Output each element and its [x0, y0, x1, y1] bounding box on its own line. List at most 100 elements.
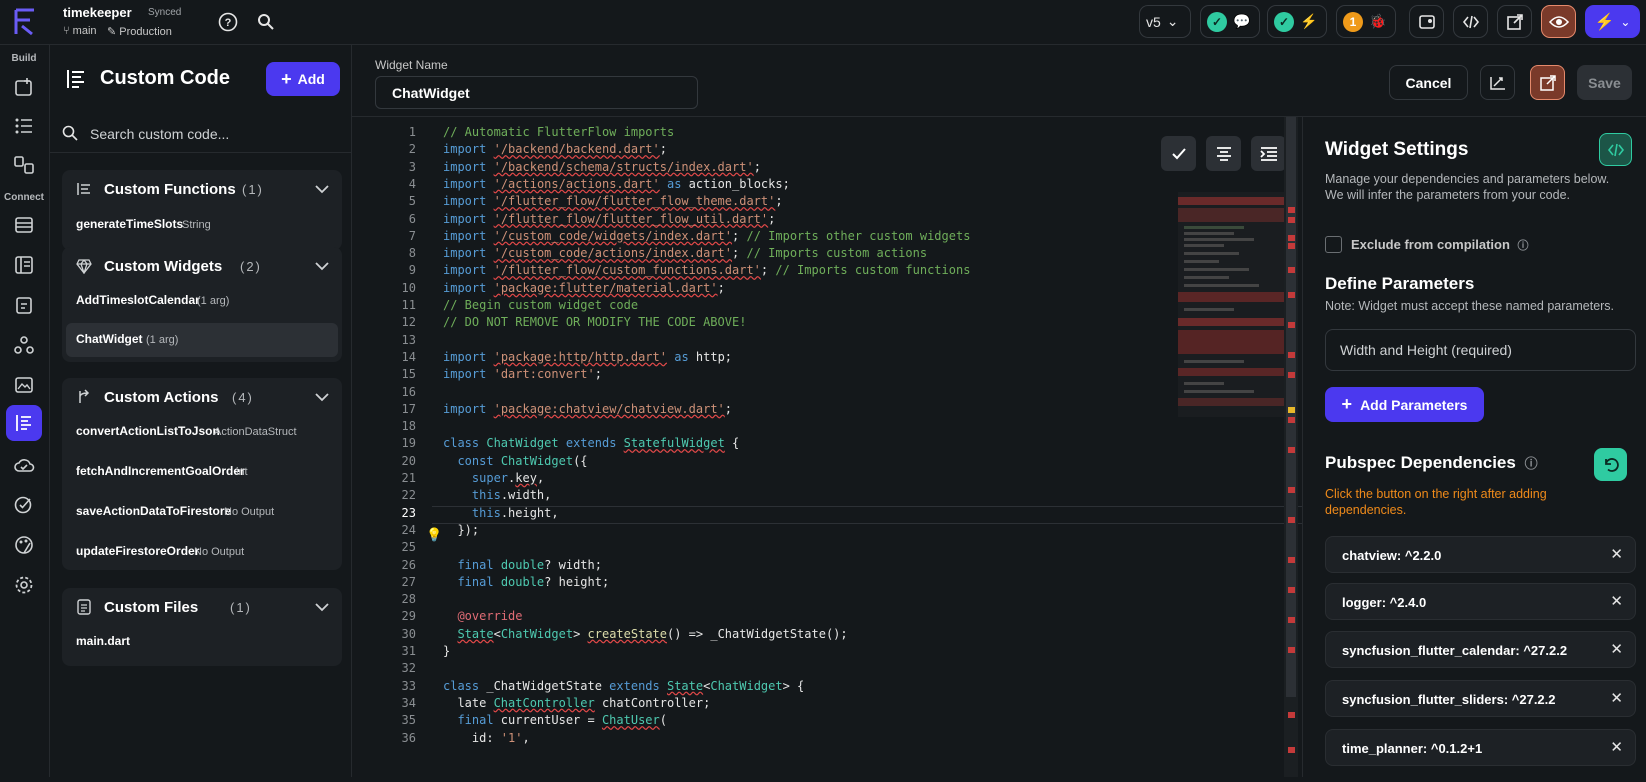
code-line[interactable]: 32 [352, 661, 1272, 679]
indent-icon[interactable] [1251, 136, 1286, 171]
code-brackets-icon[interactable] [1599, 133, 1632, 166]
code-view-icon[interactable] [1453, 5, 1488, 38]
code-line[interactable]: 21 super.key, [352, 471, 1272, 489]
list-item-selected[interactable]: ChatWidget (1 arg) [66, 323, 338, 357]
code-line[interactable]: 23 this.height, [352, 506, 1272, 524]
widget-name-input[interactable] [375, 76, 698, 109]
code-line[interactable]: 36 id: '1', [352, 731, 1272, 749]
remove-dependency-icon[interactable]: ✕ [1610, 689, 1623, 707]
code-line[interactable]: 9 import '/flutter_flow/custom_functions.… [352, 263, 1272, 281]
list-item[interactable]: AddTimeslotCalendar (1 arg) [66, 284, 338, 318]
branch-label[interactable]: ⑂ main [63, 25, 97, 37]
preview-eye-icon[interactable] [1541, 5, 1576, 38]
code-line[interactable]: 30 State<ChatWidget> createState() => _C… [352, 627, 1272, 645]
widget-tree-icon[interactable] [6, 70, 42, 104]
check-code-icon[interactable] [1161, 136, 1196, 171]
code-line[interactable]: 13 [352, 333, 1272, 351]
code-line[interactable]: 5 import '/flutter_flow/flutter_flow_them… [352, 194, 1272, 212]
code-line[interactable]: 27 final double? height; [352, 575, 1272, 593]
chevron-down-icon[interactable] [314, 258, 330, 279]
code-line[interactable]: 17 import 'package:chatview/chatview.dart… [352, 402, 1272, 420]
list-item[interactable]: generateTimeSlots String [66, 208, 338, 242]
media-assets-icon[interactable] [6, 368, 42, 402]
code-line[interactable]: 12 // DO NOT REMOVE OR MODIFY THE CODE AB… [352, 315, 1272, 333]
app-name[interactable]: timekeeper [63, 5, 132, 20]
exclude-from-compilation-checkbox[interactable] [1325, 236, 1342, 253]
database-icon[interactable] [6, 208, 42, 242]
code-line[interactable]: 7 import '/custom_code/widgets/index.dart… [352, 229, 1272, 247]
list-item[interactable]: saveActionDataToFirestore No Output [66, 495, 338, 529]
run-menu-button[interactable]: ⚡ ⌄ [1585, 5, 1640, 38]
code-line[interactable]: 4 import '/actions/actions.dart' as actio… [352, 177, 1272, 195]
code-line[interactable]: 15 import 'dart:convert'; [352, 367, 1272, 385]
editor-scrollbar[interactable] [1284, 117, 1298, 777]
info-icon[interactable]: ⓘ [1518, 240, 1529, 252]
code-line[interactable]: 26 final double? width; [352, 558, 1272, 576]
tests-icon[interactable] [6, 488, 42, 522]
code-line[interactable]: 1 // Automatic FlutterFlow imports [352, 125, 1272, 143]
actions-button[interactable]: ✓ ⚡ [1267, 5, 1327, 38]
code-line[interactable]: 3 import '/backend/schema/structs/index.d… [352, 160, 1272, 178]
code-line[interactable]: 22 this.width, [352, 488, 1272, 506]
app-state-icon[interactable] [6, 288, 42, 322]
remove-dependency-icon[interactable]: ✕ [1610, 592, 1623, 610]
align-center-icon[interactable] [1206, 136, 1241, 171]
custom-functions-header[interactable]: Custom Functions (1) [62, 170, 342, 210]
cancel-button[interactable]: Cancel [1389, 65, 1468, 100]
parameter-field[interactable]: Width and Height (required) [1325, 329, 1636, 371]
code-editor[interactable]: 1 // Automatic FlutterFlow imports 2 import… [352, 117, 1302, 777]
flutterflow-logo-icon[interactable] [8, 6, 40, 38]
chevron-down-icon[interactable] [314, 599, 330, 620]
chevron-down-icon[interactable] [314, 181, 330, 202]
code-line[interactable]: 14 import 'package:http/http.dart' as htt… [352, 350, 1272, 368]
code-line[interactable]: 34 late ChatController chatController; [352, 696, 1272, 714]
help-icon[interactable]: ? [214, 8, 242, 36]
list-item[interactable]: convertActionListToJson ActionDataStruct [66, 415, 338, 449]
storyboard-icon[interactable] [6, 148, 42, 182]
custom-actions-header[interactable]: Custom Actions (4) [62, 378, 342, 418]
chevron-down-icon[interactable] [314, 389, 330, 410]
code-line[interactable]: 33 class _ChatWidgetState extends State<C… [352, 679, 1272, 697]
code-line[interactable]: 25 [352, 540, 1272, 558]
comments-button[interactable]: ✓ 💬 [1200, 5, 1260, 38]
custom-code-icon[interactable] [6, 405, 42, 441]
code-line[interactable]: 20 const ChatWidget({ [352, 454, 1272, 472]
save-button[interactable]: Save [1577, 65, 1632, 100]
code-line[interactable]: 2 import '/backend/backend.dart'; [352, 142, 1272, 160]
layers-list-icon[interactable] [6, 109, 42, 143]
add-parameters-button[interactable]: + Add Parameters [1325, 387, 1484, 422]
lightbulb-icon[interactable]: 💡 [426, 527, 442, 543]
version-select[interactable]: v5 ⌄ [1139, 5, 1191, 38]
code-line[interactable]: 18 [352, 419, 1272, 437]
code-line[interactable]: 28 [352, 592, 1272, 610]
settings-gear-icon[interactable] [6, 568, 42, 602]
custom-files-header[interactable]: Custom Files (1) [62, 588, 342, 628]
info-icon[interactable]: ⓘ [1525, 456, 1538, 471]
add-custom-code-button[interactable]: + Add [266, 62, 340, 96]
remove-dependency-icon[interactable]: ✕ [1610, 545, 1623, 563]
issues-button[interactable]: 1 🐞 [1336, 5, 1396, 38]
search-input[interactable] [90, 123, 340, 145]
search-icon[interactable] [252, 8, 280, 36]
list-item[interactable]: fetchAndIncrementGoalOrder int [66, 455, 338, 489]
cloud-functions-icon[interactable] [6, 448, 42, 482]
refresh-dependencies-icon[interactable] [1594, 448, 1627, 481]
data-types-icon[interactable] [6, 248, 42, 282]
code-line[interactable]: 35 final currentUser = ChatUser( [352, 713, 1272, 731]
code-minimap[interactable] [1178, 192, 1288, 417]
code-line[interactable]: 11 // Begin custom widget code [352, 298, 1272, 316]
remove-dependency-icon[interactable]: ✕ [1610, 640, 1623, 658]
code-line[interactable]: 24 }); [352, 523, 1272, 541]
code-line[interactable]: 29 @override [352, 609, 1272, 627]
open-external-icon[interactable] [1497, 5, 1532, 38]
format-code-icon[interactable] [1480, 65, 1515, 100]
theme-settings-icon[interactable] [6, 528, 42, 562]
environment-label[interactable]: ✎ Production [107, 25, 172, 38]
remove-dependency-icon[interactable]: ✕ [1610, 738, 1623, 756]
code-line[interactable]: 6 import '/flutter_flow/flutter_flow_util… [352, 212, 1272, 230]
code-line[interactable]: 31} [352, 644, 1272, 662]
list-item[interactable]: main.dart [66, 625, 338, 659]
code-line[interactable]: 16 [352, 385, 1272, 403]
branch-manager-icon[interactable] [1409, 5, 1444, 38]
open-external-icon[interactable] [1530, 65, 1565, 100]
